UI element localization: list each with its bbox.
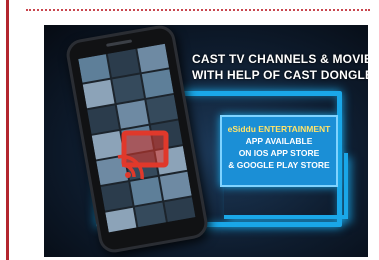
screen-tile [134,202,167,232]
screen-tile [112,74,145,104]
headline-line-2: WITH HELP OF CAST DONGLE [192,68,368,82]
page: CAST TV CHANNELS & MOVIES WITH HELP OF C… [0,0,379,260]
store-line-4: & GOOGLE PLAY STORE [228,160,330,170]
screen-tile [78,54,110,83]
phone-speaker [106,39,133,47]
screen-tile [137,43,170,73]
screen-tile [164,197,196,226]
cast-icon [117,130,169,180]
store-line-3: ON IOS APP STORE [238,148,320,158]
dotted-divider [26,9,370,11]
screen-tile [107,48,140,78]
store-line-2: APP AVAILABLE [245,136,313,146]
headline-line-1: CAST TV CHANNELS & MOVIES [192,52,368,66]
store-brand: eSiddu ENTERTAINMENT [227,124,331,134]
screen-tile [100,182,133,211]
app-store-callout: eSiddu ENTERTAINMENT APP AVAILABLE ON IO… [220,115,338,187]
screen-tile [141,69,174,98]
screen-tile [146,94,179,124]
headline: CAST TV CHANNELS & MOVIES WITH HELP OF C… [192,51,368,83]
left-accent-rule [6,0,9,260]
screen-tile [82,79,115,109]
promo-banner: CAST TV CHANNELS & MOVIES WITH HELP OF C… [44,25,368,257]
screen-tile [105,207,138,233]
